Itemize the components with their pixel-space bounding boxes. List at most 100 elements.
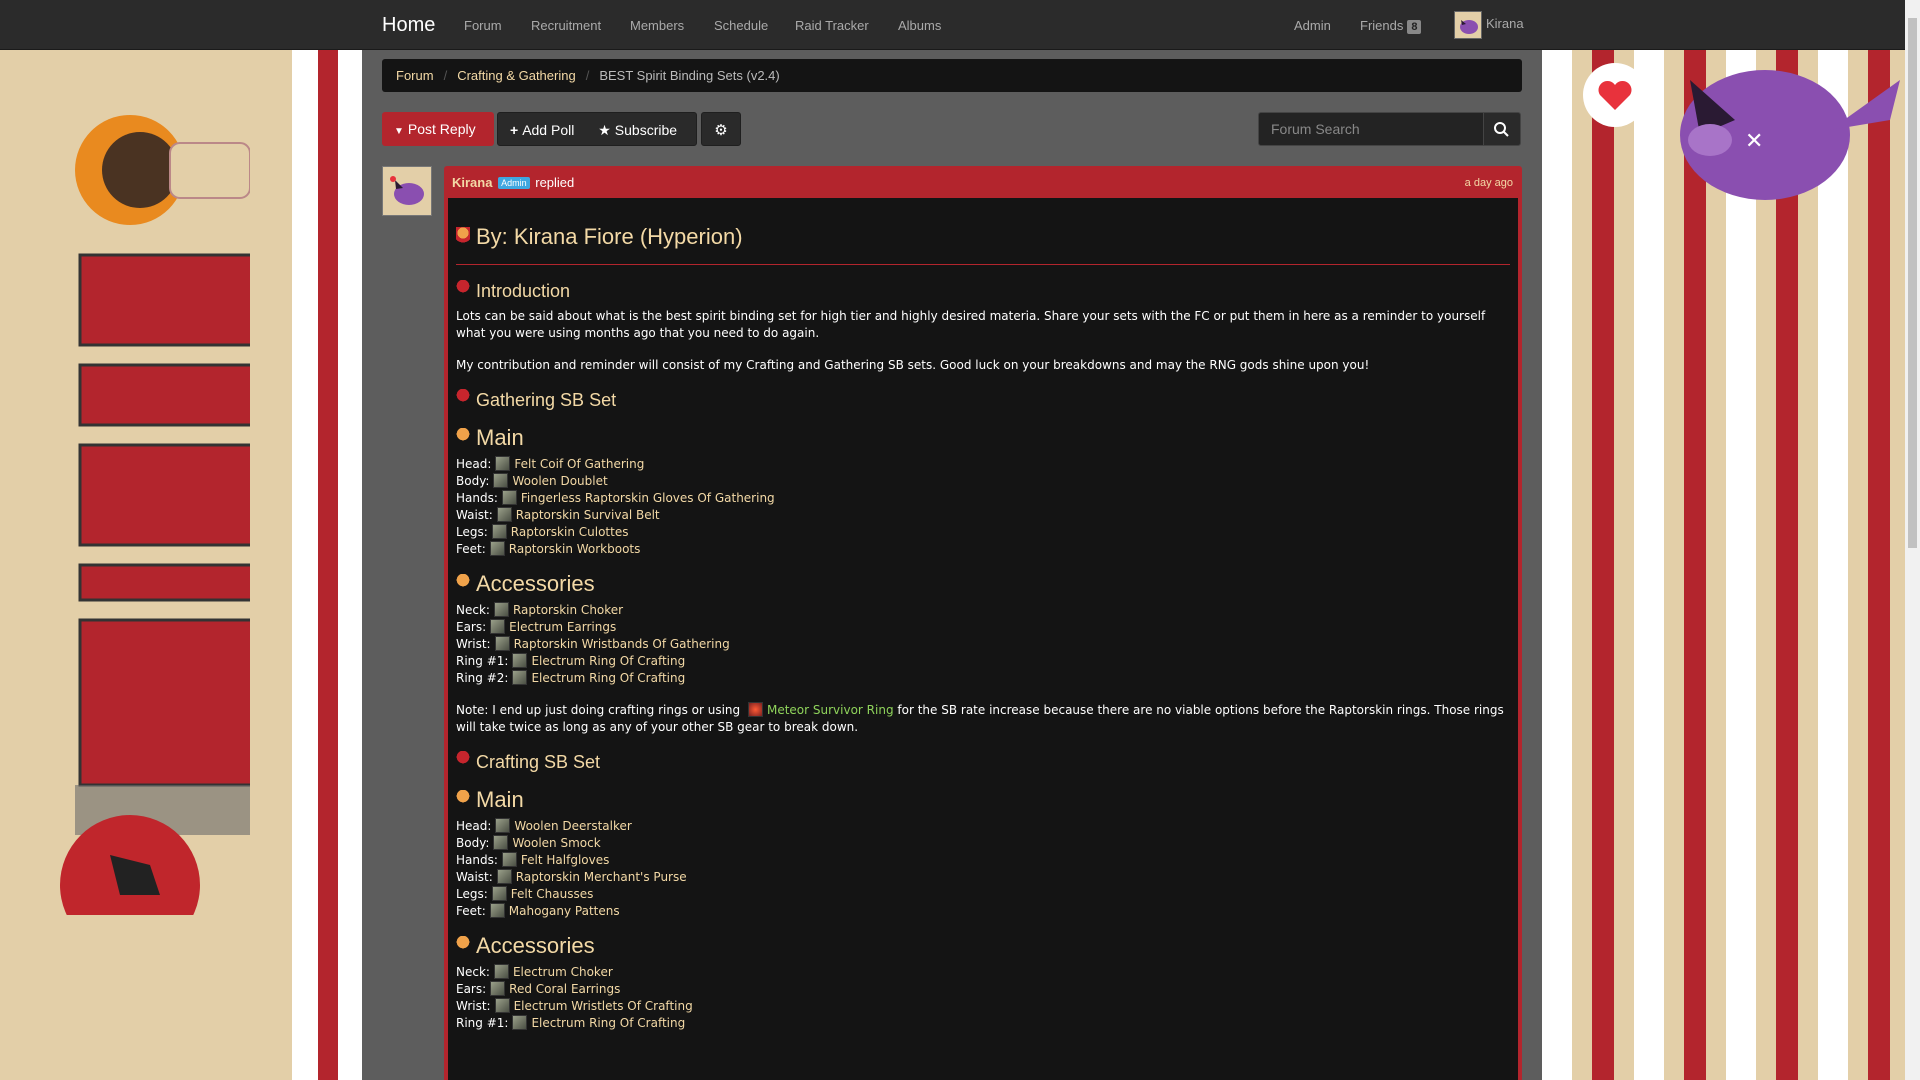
elite-logo-art	[60, 115, 250, 915]
gear-item-link[interactable]: Electrum Earrings	[509, 620, 616, 634]
nav-members[interactable]: Members	[630, 18, 684, 33]
nav-recruitment[interactable]: Recruitment	[531, 18, 601, 33]
accessories-heading-text: Accessories	[476, 933, 595, 958]
gathering-heading: Gathering SB Set	[456, 388, 1510, 412]
breadcrumb-separator: /	[443, 68, 448, 83]
nav-raid-tracker[interactable]: Raid Tracker	[795, 18, 869, 33]
gear-slot-label: Body:	[456, 836, 490, 850]
gear-item-icon	[495, 818, 511, 833]
breadcrumb: Forum / Crafting & Gathering / BEST Spirit B…	[382, 59, 1522, 92]
gear-item-link[interactable]: Raptorskin Culottes	[511, 525, 629, 539]
breadcrumb-forum[interactable]: Forum	[396, 68, 434, 83]
gear-item-icon	[501, 490, 517, 505]
gear-slot-label: Ears:	[456, 620, 487, 634]
gathering-accessories-heading: Accessories	[456, 570, 1510, 598]
gear-item-link[interactable]: Red Coral Earrings	[509, 982, 620, 996]
top-navbar: Home Forum Recruitment Members Schedule …	[0, 0, 1905, 50]
gear-line: Ring #1: Electrum Ring Of Crafting	[456, 1015, 1510, 1032]
post-action: replied	[535, 175, 575, 190]
chibi-icon	[456, 936, 470, 956]
post-reply-label: Post Reply	[407, 121, 476, 137]
page-scrollbar[interactable]	[1905, 0, 1920, 1080]
nav-schedule[interactable]: Schedule	[714, 18, 768, 33]
gear-item-icon	[495, 456, 511, 471]
gear-item-link[interactable]: Electrum Wristlets Of Crafting	[514, 999, 693, 1013]
gear-slot-label: Body:	[456, 474, 490, 488]
gear-item-link[interactable]: Felt Coif Of Gathering	[514, 457, 644, 471]
nav-forum[interactable]: Forum	[464, 18, 502, 33]
nav-albums[interactable]: Albums	[898, 18, 941, 33]
post-author[interactable]: Kirana	[452, 175, 492, 190]
intro-paragraph-2: My contribution and reminder will consis…	[456, 358, 1370, 372]
post-author-avatar[interactable]	[382, 166, 432, 216]
gear-slot-label: Waist:	[456, 870, 493, 884]
gear-item-link[interactable]: Felt Halfgloves	[521, 853, 609, 867]
admin-badge: Admin	[498, 177, 530, 189]
gear-line: Waist: Raptorskin Survival Belt	[456, 507, 1510, 524]
gear-item-link[interactable]: Felt Chausses	[511, 887, 594, 901]
post-reply-button[interactable]: ▼ Post Reply	[382, 112, 494, 146]
crafting-accessories-heading: Accessories	[456, 932, 1510, 960]
gear-item-link[interactable]: Electrum Ring Of Crafting	[531, 1016, 685, 1030]
add-poll-label: Add Poll	[522, 122, 575, 138]
nav-admin[interactable]: Admin	[1294, 18, 1331, 33]
settings-button[interactable]: ⚙	[701, 112, 741, 146]
gear-line: Neck: Electrum Choker	[456, 964, 1510, 981]
gear-slot-label: Legs:	[456, 887, 488, 901]
gear-slot-label: Legs:	[456, 525, 488, 539]
gear-item-icon	[491, 524, 507, 539]
gear-item-link[interactable]: Fingerless Raptorskin Gloves Of Gatherin…	[521, 491, 775, 505]
gear-item-link[interactable]: Raptorskin Merchant's Purse	[516, 870, 687, 884]
thread-actions-group: + Add Poll ★ Subscribe	[497, 112, 697, 146]
friends-label: Friends	[1360, 18, 1404, 33]
gear-item-link[interactable]: Electrum Choker	[513, 965, 613, 979]
gear-slot-label: Ring #1:	[456, 654, 509, 668]
gear-slot-label: Hands:	[456, 853, 498, 867]
chibi-icon	[456, 227, 470, 247]
nav-friends[interactable]: Friends 8	[1360, 18, 1422, 34]
subscribe-button[interactable]: ★ Subscribe	[598, 122, 677, 138]
gear-item-link[interactable]: Electrum Ring Of Crafting	[531, 654, 685, 668]
gear-line: Wrist: Raptorskin Wristbands Of Gathering	[456, 636, 1510, 653]
gear-item-link[interactable]: Raptorskin Workboots	[509, 542, 641, 556]
intro-heading: Introduction	[456, 279, 1510, 303]
forum-search-input[interactable]: Forum Search	[1258, 112, 1484, 146]
gear-line: Ring #2: Electrum Ring Of Crafting	[456, 670, 1510, 687]
gear-item-link[interactable]: Woolen Doublet	[512, 474, 607, 488]
search-button[interactable]	[1483, 112, 1521, 146]
home-link[interactable]: Home	[382, 14, 435, 37]
gathering-main-list: Head: Felt Coif Of Gathering Body: Woolen D…	[456, 456, 1510, 558]
gear-item-icon	[490, 981, 506, 996]
gear-item-link[interactable]: Raptorskin Wristbands Of Gathering	[514, 637, 730, 651]
gear-line: Legs: Felt Chausses	[456, 886, 1510, 903]
post-time[interactable]: a day ago	[1465, 177, 1513, 189]
gear-item-link[interactable]: Raptorskin Choker	[513, 603, 623, 617]
gear-item-link[interactable]: Woolen Deerstalker	[514, 819, 631, 833]
star-icon: ★	[598, 122, 611, 138]
gear-item-link[interactable]: Electrum Ring Of Crafting	[531, 671, 685, 685]
forum-post: Kirana Admin replied a day ago By: Kiran…	[444, 166, 1522, 1080]
meteor-survivor-ring-link[interactable]: Meteor Survivor Ring	[767, 703, 894, 717]
add-poll-button[interactable]: + Add Poll	[510, 122, 574, 138]
gear-item-icon	[494, 636, 510, 651]
nav-user-name[interactable]: Kirana	[1486, 16, 1524, 31]
gear-item-icon	[512, 1015, 528, 1030]
user-avatar[interactable]	[1454, 11, 1482, 39]
chibi-icon	[456, 751, 470, 771]
chibi-icon	[456, 574, 470, 594]
crafting-main-list: Head: Woolen Deerstalker Body: Woolen Smock…	[456, 818, 1510, 920]
gear-item-link[interactable]: Raptorskin Survival Belt	[516, 508, 660, 522]
crafting-main-heading: Main	[456, 786, 1510, 814]
post-title-heading: By: Kirana Fiore (Hyperion)	[456, 222, 1510, 265]
gear-line: Ears: Red Coral Earrings	[456, 981, 1510, 998]
gear-line: Legs: Raptorskin Culottes	[456, 524, 1510, 541]
gear-slot-label: Neck:	[456, 965, 490, 979]
gear-item-icon	[490, 619, 506, 634]
gear-line: Hands: Fingerless Raptorskin Gloves Of Ga…	[456, 490, 1510, 507]
main-heading-text: Main	[476, 425, 524, 450]
scrollbar-thumb[interactable]	[1908, 18, 1917, 548]
breadcrumb-category[interactable]: Crafting & Gathering	[457, 68, 576, 83]
gear-slot-label: Wrist:	[456, 637, 491, 651]
gear-item-link[interactable]: Mahogany Pattens	[509, 904, 620, 918]
gear-item-link[interactable]: Woolen Smock	[512, 836, 600, 850]
